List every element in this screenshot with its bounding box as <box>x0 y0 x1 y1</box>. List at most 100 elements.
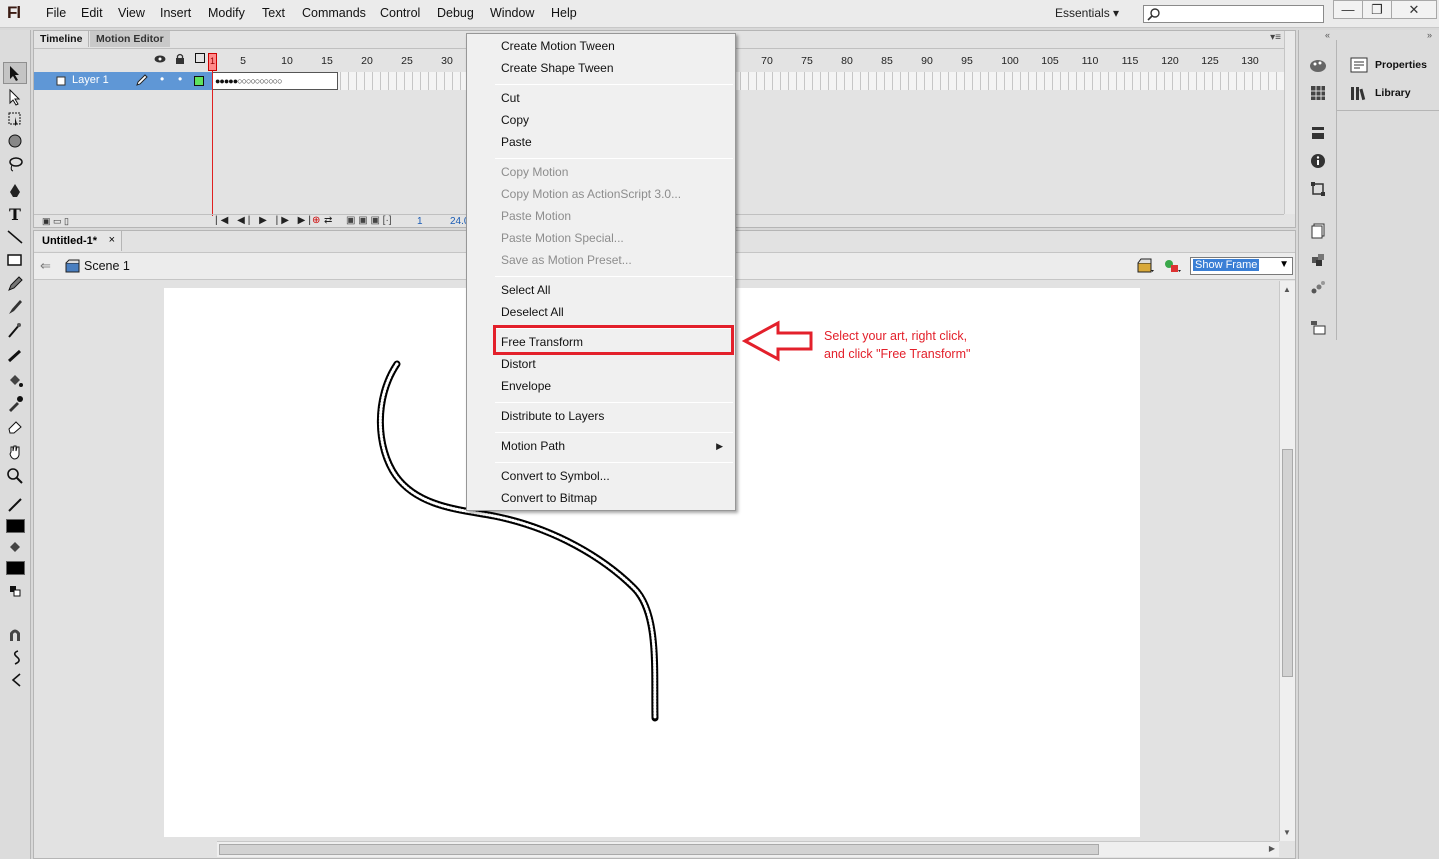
menu-file[interactable]: File <box>46 6 66 20</box>
menu-item-create-motion-tween[interactable]: Create Motion Tween <box>501 39 615 53</box>
snap-to-objects-icon[interactable] <box>3 624 27 646</box>
menu-text[interactable]: Text <box>262 6 285 20</box>
menu-commands[interactable]: Commands <box>302 6 366 20</box>
document-tab[interactable]: Untitled-1* × <box>34 231 122 251</box>
eraser-tool-icon[interactable] <box>3 415 27 437</box>
zoom-tool-icon[interactable] <box>3 465 27 487</box>
minimize-button[interactable]: — <box>1333 0 1363 19</box>
current-frame[interactable]: 1 <box>417 216 423 227</box>
stage-horizontal-scrollbar[interactable]: ▶ <box>217 841 1279 857</box>
collapse-icon[interactable]: « <box>1325 30 1330 40</box>
library-label[interactable]: Library <box>1375 87 1411 99</box>
menu-item-convert-to-bitmap[interactable]: Convert to Bitmap <box>501 491 597 505</box>
paint-bucket-tool-icon[interactable] <box>3 369 27 391</box>
onion-skin-icons[interactable]: ▣ ▣ ▣ [·] <box>346 215 392 226</box>
menu-edit[interactable]: Edit <box>81 6 103 20</box>
3d-rotation-tool-icon[interactable] <box>3 130 27 152</box>
layer-name[interactable]: Layer 1 <box>72 74 109 86</box>
selection-tool-icon[interactable] <box>3 62 27 84</box>
transform-panel-icon[interactable] <box>1307 178 1329 200</box>
info-panel-icon[interactable] <box>1307 150 1329 172</box>
playhead[interactable]: 1 <box>208 53 217 71</box>
smooth-icon[interactable] <box>3 646 27 668</box>
close-window-button[interactable]: ✕ <box>1391 0 1437 19</box>
scene-label[interactable]: Scene 1 <box>84 259 130 273</box>
lock-icon[interactable] <box>175 53 185 64</box>
lock-dot[interactable]: • <box>178 72 182 86</box>
free-transform-tool-icon[interactable] <box>3 108 27 130</box>
swatches-panel-icon[interactable] <box>1307 82 1329 104</box>
align-panel-icon[interactable] <box>1307 122 1329 144</box>
panel-menu-icon[interactable]: ▾≡ <box>1270 32 1281 43</box>
scroll-up-icon[interactable]: ▲ <box>1283 285 1291 294</box>
pen-tool-icon[interactable] <box>3 180 27 202</box>
menu-item-distribute-to-layers[interactable]: Distribute to Layers <box>501 409 604 423</box>
menu-item-motion-path[interactable]: Motion Path <box>501 439 565 453</box>
tab-timeline[interactable]: Timeline <box>34 31 90 47</box>
line-tool-icon[interactable] <box>3 226 27 248</box>
rectangle-tool-icon[interactable] <box>3 249 27 271</box>
new-layer-icon[interactable]: ▣ ▭ ▯ <box>42 216 69 227</box>
menu-item-convert-to-symbol[interactable]: Convert to Symbol... <box>501 469 610 483</box>
library-icon[interactable] <box>1350 85 1368 101</box>
menu-item-cut[interactable]: Cut <box>501 91 520 105</box>
properties-icon[interactable] <box>1350 57 1368 73</box>
workspace-switcher[interactable]: Essentials ▾ <box>1055 6 1119 20</box>
menu-debug[interactable]: Debug <box>437 6 474 20</box>
scroll-right-icon[interactable]: ▶ <box>1269 844 1275 853</box>
stage-vertical-scrollbar[interactable]: ▲ ▼ <box>1279 281 1295 841</box>
menu-item-paste[interactable]: Paste <box>501 135 532 149</box>
color-panel-icon[interactable] <box>1307 55 1329 77</box>
components-icon[interactable] <box>1307 248 1329 270</box>
brush-tool-icon[interactable] <box>3 296 27 318</box>
center-frame-icon[interactable]: ⊕ <box>312 215 320 226</box>
expand-icon[interactable]: » <box>1427 30 1432 40</box>
straighten-icon[interactable] <box>3 669 27 691</box>
menu-item-create-shape-tween[interactable]: Create Shape Tween <box>501 61 614 75</box>
help-search-input[interactable] <box>1143 5 1324 23</box>
lasso-tool-icon[interactable] <box>3 153 27 175</box>
stroke-swatch[interactable] <box>3 515 27 537</box>
project-panel-icon[interactable] <box>1307 317 1329 339</box>
zoom-select[interactable]: Show Frame ▼ <box>1190 257 1293 275</box>
edit-scene-icon[interactable] <box>1137 258 1155 274</box>
motion-presets-icon[interactable] <box>1307 276 1329 298</box>
menu-item-envelope[interactable]: Envelope <box>501 379 551 393</box>
loop-icon[interactable]: ⇄ <box>324 215 332 226</box>
outline-icon[interactable] <box>195 53 205 63</box>
menu-item-copy[interactable]: Copy <box>501 113 529 127</box>
menu-control[interactable]: Control <box>380 6 420 20</box>
playback-controls[interactable]: |◀ ◀| ▶ |▶ ▶| <box>215 215 314 226</box>
menu-view[interactable]: View <box>118 6 145 20</box>
code-snippets-icon[interactable] <box>1307 220 1329 242</box>
fill-swatch[interactable] <box>3 557 27 579</box>
menu-item-deselect-all[interactable]: Deselect All <box>501 305 564 319</box>
menu-item-select-all[interactable]: Select All <box>501 283 550 297</box>
restore-button[interactable]: ❐ <box>1362 0 1392 19</box>
scrollbar-thumb[interactable] <box>1282 449 1293 677</box>
pencil-tool-icon[interactable] <box>3 273 27 295</box>
back-arrow-icon[interactable]: ⇐ <box>40 258 51 274</box>
menu-item-distort[interactable]: Distort <box>501 357 536 371</box>
outline-color-swatch[interactable] <box>194 76 204 86</box>
visibility-dot[interactable]: • <box>160 72 164 86</box>
menu-modify[interactable]: Modify <box>208 6 245 20</box>
subselection-tool-icon[interactable] <box>3 86 27 108</box>
menu-help[interactable]: Help <box>551 6 577 20</box>
default-colors-icon[interactable] <box>3 580 27 602</box>
menu-insert[interactable]: Insert <box>160 6 191 20</box>
layer-row[interactable]: Layer 1 • • <box>34 72 212 90</box>
properties-label[interactable]: Properties <box>1375 59 1427 71</box>
menu-window[interactable]: Window <box>490 6 534 20</box>
deco-tool-icon[interactable] <box>3 319 27 341</box>
scrollbar-thumb[interactable] <box>219 844 1099 855</box>
hand-tool-icon[interactable] <box>3 441 27 463</box>
fill-color-icon[interactable] <box>3 536 27 558</box>
stroke-color-icon[interactable] <box>3 494 27 516</box>
keyframe-span[interactable]: ●●●●●○○○○○○○○○○ <box>212 72 338 90</box>
close-icon[interactable]: × <box>109 234 115 246</box>
frames-area[interactable] <box>212 72 1284 90</box>
eyedropper-tool-icon[interactable] <box>3 392 27 414</box>
tab-motion-editor[interactable]: Motion Editor <box>90 31 170 47</box>
bone-tool-icon[interactable] <box>3 345 27 367</box>
